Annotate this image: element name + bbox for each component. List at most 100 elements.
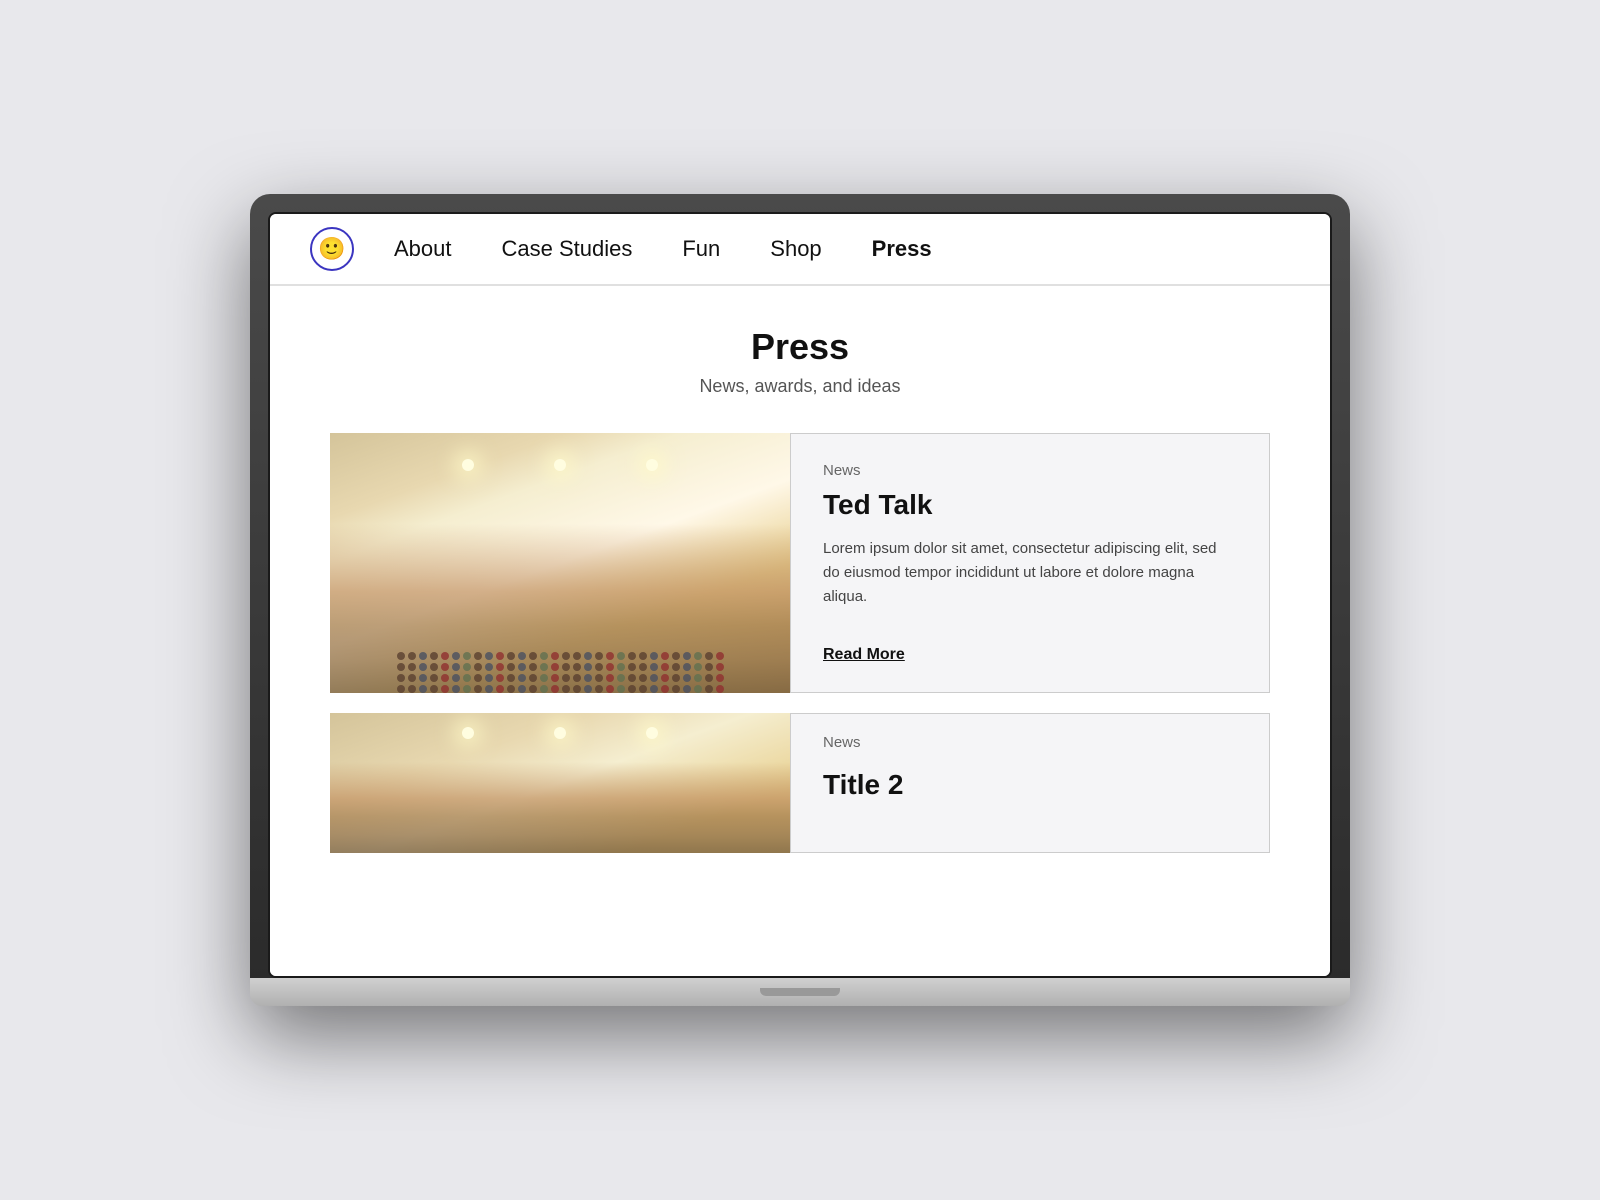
crowd-person xyxy=(606,663,614,671)
nav-link-about[interactable]: About xyxy=(394,236,452,262)
crowd-person xyxy=(430,674,438,682)
crowd-person xyxy=(551,674,559,682)
crowd-person xyxy=(573,663,581,671)
crowd-person xyxy=(507,652,515,660)
crowd-person xyxy=(694,652,702,660)
crowd-person xyxy=(419,674,427,682)
crowd-person xyxy=(485,652,493,660)
crowd-person xyxy=(672,685,680,693)
article-title-1: Ted Talk xyxy=(823,489,1237,521)
crowd-person xyxy=(540,685,548,693)
crowd-person xyxy=(419,663,427,671)
crowd-person xyxy=(716,663,724,671)
crowd-area xyxy=(330,537,790,693)
crowd-person xyxy=(430,652,438,660)
laptop-container: 🙂 About Case Studies Fun Shop Press Pres… xyxy=(250,194,1350,1006)
laptop-base xyxy=(250,978,1350,1006)
crowd-person xyxy=(551,652,559,660)
crowd-person xyxy=(595,685,603,693)
crowd-person xyxy=(716,674,724,682)
crowd-person xyxy=(672,652,680,660)
crowd-person xyxy=(606,674,614,682)
crowd-person xyxy=(650,674,658,682)
crowd-person xyxy=(705,674,713,682)
crowd-person xyxy=(639,652,647,660)
crowd-person xyxy=(683,674,691,682)
crowd-person xyxy=(628,652,636,660)
crowd-person xyxy=(705,663,713,671)
crowd-person xyxy=(573,652,581,660)
crowd-person xyxy=(716,685,724,693)
crowd-person xyxy=(661,663,669,671)
crowd-person xyxy=(463,685,471,693)
article-image-inner-2 xyxy=(330,713,790,853)
crowd-person xyxy=(408,663,416,671)
article-info-ted-talk: News Ted Talk Lorem ipsum dolor sit amet… xyxy=(790,433,1270,693)
crowd-person xyxy=(595,674,603,682)
crowd-row-4 xyxy=(340,685,780,693)
crowd-person xyxy=(617,685,625,693)
crowd-person xyxy=(661,674,669,682)
crowd-person xyxy=(518,663,526,671)
ceiling-light-3 xyxy=(646,459,658,471)
crowd-person xyxy=(408,652,416,660)
crowd-person xyxy=(595,652,603,660)
nav-links: About Case Studies Fun Shop Press xyxy=(394,236,1290,262)
article-top: News Ted Talk Lorem ipsum dolor sit amet… xyxy=(823,462,1237,609)
crowd-person xyxy=(705,685,713,693)
crowd-person xyxy=(595,663,603,671)
logo[interactable]: 🙂 xyxy=(310,227,354,271)
crowd-person xyxy=(496,663,504,671)
crowd-person xyxy=(408,685,416,693)
articles-list: News Ted Talk Lorem ipsum dolor sit amet… xyxy=(330,433,1270,853)
page-header: Press News, awards, and ideas xyxy=(330,326,1270,397)
laptop-screen: 🙂 About Case Studies Fun Shop Press Pres… xyxy=(268,212,1332,978)
crowd-person xyxy=(529,674,537,682)
crowd-person xyxy=(683,685,691,693)
crowd-row-3 xyxy=(340,674,780,682)
crowd-person xyxy=(485,663,493,671)
nav-link-shop[interactable]: Shop xyxy=(770,236,821,262)
article-card-title-2: News Title 2 xyxy=(330,713,1270,853)
crowd-person xyxy=(463,674,471,682)
crowd-person xyxy=(529,652,537,660)
crowd-person xyxy=(397,685,405,693)
crowd-person xyxy=(430,663,438,671)
crowd-person xyxy=(452,652,460,660)
crowd-person xyxy=(584,685,592,693)
ceiling-light-1 xyxy=(462,459,474,471)
crowd-person xyxy=(628,685,636,693)
crowd-person xyxy=(705,652,713,660)
page-subtitle: News, awards, and ideas xyxy=(330,376,1270,397)
crowd-person xyxy=(650,685,658,693)
crowd-person xyxy=(496,652,504,660)
crowd-person xyxy=(573,674,581,682)
crowd-person xyxy=(474,685,482,693)
read-more-button-1[interactable]: Read More xyxy=(823,646,1237,664)
crowd-person xyxy=(474,674,482,682)
crowd-person xyxy=(397,674,405,682)
crowd-person xyxy=(518,685,526,693)
crowd-person xyxy=(650,652,658,660)
crowd-person xyxy=(485,674,493,682)
nav-link-fun[interactable]: Fun xyxy=(682,236,720,262)
article-category-1: News xyxy=(823,462,1237,479)
page-title: Press xyxy=(330,326,1270,368)
crowd-person xyxy=(683,663,691,671)
crowd-person xyxy=(650,663,658,671)
crowd-person xyxy=(474,663,482,671)
crowd-person xyxy=(661,652,669,660)
nav-link-press[interactable]: Press xyxy=(872,236,932,262)
ceiling-light-5 xyxy=(554,727,566,739)
crowd-person xyxy=(606,685,614,693)
crowd-person xyxy=(628,674,636,682)
crowd-person xyxy=(441,685,449,693)
crowd-person xyxy=(452,674,460,682)
article-image-title-2 xyxy=(330,713,790,853)
article-excerpt-1: Lorem ipsum dolor sit amet, consectetur … xyxy=(823,537,1237,609)
crowd-row-2 xyxy=(340,663,780,671)
article-title-2: Title 2 xyxy=(823,769,1237,801)
nav-link-case-studies[interactable]: Case Studies xyxy=(502,236,633,262)
crowd-person xyxy=(474,652,482,660)
crowd-person xyxy=(463,663,471,671)
